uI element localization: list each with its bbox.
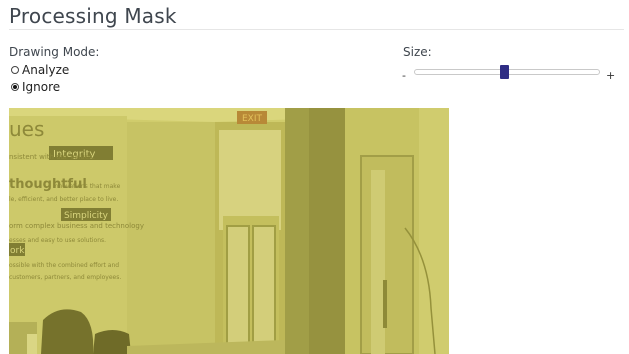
mask-drawing-canvas[interactable]: EXIT ues Integrity nsistent with our val… (9, 108, 449, 354)
analyze-radio-option[interactable]: Analyze (11, 63, 69, 77)
analyze-radio-button[interactable] (11, 66, 19, 74)
ignore-radio-button[interactable] (11, 83, 19, 91)
title-divider (9, 29, 624, 30)
office-photo: EXIT ues Integrity nsistent with our val… (9, 108, 449, 354)
size-slider-thumb[interactable] (500, 65, 509, 79)
analyze-radio-label: Analyze (22, 63, 70, 77)
size-label: Size: (403, 45, 432, 59)
page-title: Processing Mask (9, 4, 177, 28)
ignore-mask-overlay (9, 108, 449, 354)
size-min-label: - (402, 69, 406, 82)
drawing-mode-label: Drawing Mode: (9, 45, 100, 59)
ignore-radio-option[interactable]: Ignore (11, 80, 60, 94)
ignore-radio-label: Ignore (22, 80, 61, 94)
size-max-label: + (606, 69, 616, 82)
